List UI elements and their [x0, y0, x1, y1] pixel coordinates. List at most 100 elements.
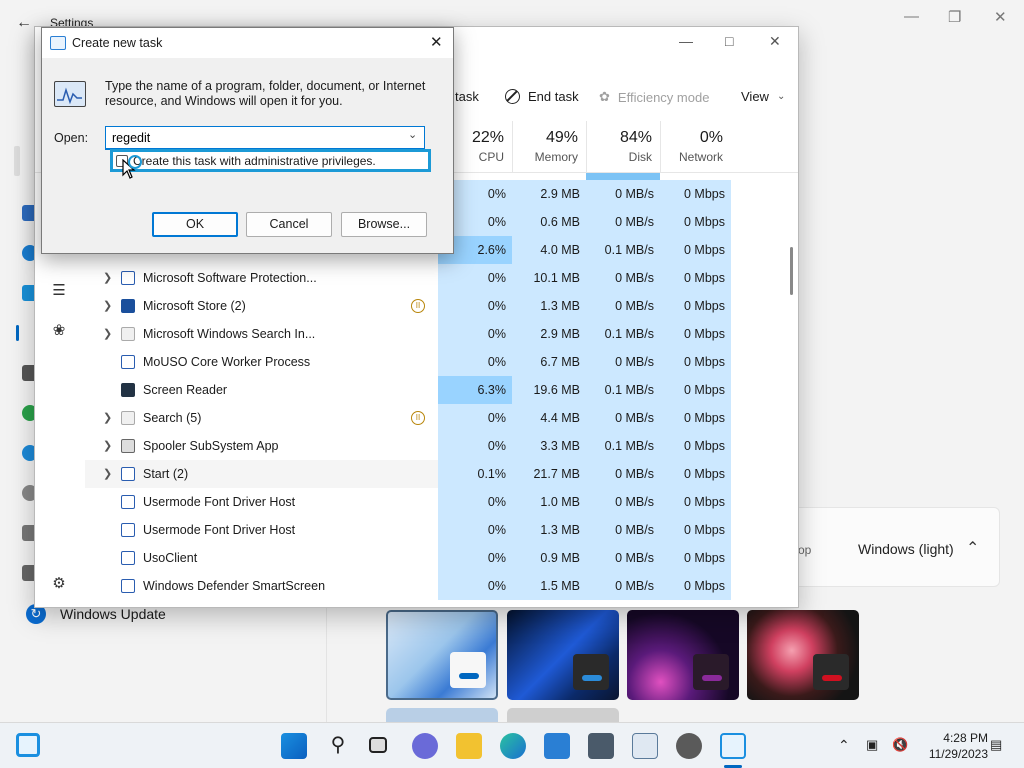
open-input[interactable]	[105, 126, 425, 150]
chevron-right-icon[interactable]: ❯	[103, 432, 112, 460]
chevron-right-icon[interactable]: ❯	[103, 320, 112, 348]
close-icon[interactable]: ✕	[994, 8, 1007, 26]
view-menu-button[interactable]: View ⌄	[741, 89, 785, 104]
admin-privileges-checkbox-row[interactable]: Create this task with administrative pri…	[110, 149, 431, 172]
column-header-disk[interactable]: 84% Disk	[586, 121, 660, 173]
memory-cell: 1.5 MB	[512, 572, 586, 600]
clock[interactable]: 4:28 PM 11/29/2023	[918, 730, 988, 762]
network-cell: 0 Mbps	[660, 180, 731, 208]
disk-cell: 0 MB/s	[586, 292, 660, 320]
column-header-memory[interactable]: 49% Memory	[512, 121, 586, 173]
end-task-button[interactable]: End task	[505, 89, 579, 104]
process-name: Start (2)	[143, 467, 189, 481]
table-row[interactable]: ❯ Spooler SubSystem App 0% 3.3 MB 0.1 MB/s 0 …	[35, 432, 798, 460]
theme-thumbnail-windows-light[interactable]	[386, 610, 498, 700]
table-row[interactable]: ❯ Start (2) 0.1% 21.7 MB 0 MB/s 0 Mbps	[35, 460, 798, 488]
run-new-task-label: task	[455, 89, 479, 104]
theme-thumbnail-glow[interactable]	[627, 610, 739, 700]
ok-button[interactable]: OK	[152, 212, 238, 237]
disk-cell: 0.1 MB/s	[586, 376, 660, 404]
chevron-right-icon[interactable]: ❯	[103, 264, 112, 292]
table-row[interactable]: MoUSO Core Worker Process 0% 6.7 MB 0 MB/s 0…	[35, 348, 798, 376]
table-row[interactable]: ❯ Search (5) II 0% 4.4 MB 0 MB/s 0 Mbps	[35, 404, 798, 432]
settings-icon[interactable]	[676, 733, 702, 759]
table-row[interactable]: ❯ Microsoft Windows Search In... 0% 2.9 MB 0…	[35, 320, 798, 348]
disk-header-bar	[586, 173, 660, 180]
restore-icon[interactable]: ❐	[948, 8, 961, 26]
widgets-icon[interactable]	[16, 733, 40, 757]
run-new-task-button[interactable]: task	[455, 89, 479, 104]
table-row[interactable]: Screen Reader 6.3% 19.6 MB 0.1 MB/s 0 Mbps	[35, 376, 798, 404]
theme-partial-text: op	[798, 543, 812, 557]
process-icon	[121, 411, 135, 425]
theme-thumbnail-windows-dark[interactable]	[507, 610, 619, 700]
process-name: Search (5)	[143, 411, 202, 425]
cpu-cell: 0%	[438, 432, 512, 460]
network-icon[interactable]: ▣	[866, 737, 878, 753]
table-row[interactable]: Usermode Font Driver Host 0% 1.0 MB 0 MB/s 0…	[35, 488, 798, 516]
chevron-down-icon[interactable]: ⌄	[408, 128, 417, 141]
theme-dropdown-panel[interactable]: op Windows (light) ⌃	[798, 507, 1000, 587]
close-icon[interactable]: ✕	[769, 33, 781, 50]
table-row[interactable]: Usermode Font Driver Host 0% 1.3 MB 0 MB/s 0…	[35, 516, 798, 544]
network-cell: 0 Mbps	[660, 236, 731, 264]
network-cell: 0 Mbps	[660, 376, 731, 404]
minimize-icon[interactable]: —	[679, 33, 693, 49]
table-row[interactable]: Windows Defender SmartScreen 0% 1.5 MB 0 MB…	[35, 572, 798, 600]
edge-icon[interactable]	[500, 733, 526, 759]
sidebar-item-label: Windows Update	[60, 606, 166, 622]
process-icon	[121, 355, 135, 369]
remote-desktop-icon[interactable]	[588, 733, 614, 759]
disk-cell: 0 MB/s	[586, 460, 660, 488]
store-icon[interactable]	[544, 733, 570, 759]
task-view-icon[interactable]	[369, 737, 387, 753]
chevron-right-icon[interactable]: ❯	[103, 404, 112, 432]
theme-thumbnail-row2[interactable]	[386, 708, 498, 722]
file-explorer-icon[interactable]	[456, 733, 482, 759]
table-row[interactable]: ❯ Microsoft Store (2) II 0% 1.3 MB 0 MB/s 0 Mb…	[35, 292, 798, 320]
efficiency-mode-button[interactable]: ✿ Efficiency mode	[599, 89, 709, 105]
search-icon[interactable]: ⚲	[325, 733, 351, 759]
cancel-button[interactable]: Cancel	[246, 212, 332, 237]
notification-icon[interactable]: ▤	[990, 737, 1002, 753]
task-manager-taskbar-icon[interactable]	[720, 733, 746, 759]
disk-cell: 0.1 MB/s	[586, 236, 660, 264]
cpu-cell: 0%	[438, 572, 512, 600]
start-icon[interactable]	[281, 733, 307, 759]
close-icon[interactable]: ✕	[430, 33, 443, 51]
theme-thumbnail-row2[interactable]	[507, 708, 619, 722]
table-row[interactable]: UsoClient 0% 0.9 MB 0 MB/s 0 Mbps	[35, 544, 798, 572]
memory-cell: 0.6 MB	[512, 208, 586, 236]
dialog-title: Create new task	[72, 36, 163, 50]
chevron-right-icon[interactable]: ❯	[103, 292, 112, 320]
theme-preview-window	[813, 654, 849, 690]
chevron-up-icon[interactable]: ⌃	[966, 538, 979, 558]
disk-cell: 0.1 MB/s	[586, 432, 660, 460]
network-cell: 0 Mbps	[660, 264, 731, 292]
memory-cell: 1.3 MB	[512, 516, 586, 544]
table-row[interactable]: ❯ Microsoft Software Protection... 0% 10.1 …	[35, 264, 798, 292]
create-new-task-dialog: Create new task ✕ Type the name of a pro…	[41, 27, 454, 254]
theme-thumbnail-captured-motion[interactable]	[747, 610, 859, 700]
dialog-description: Type the name of a program, folder, docu…	[105, 79, 426, 108]
chevron-up-icon[interactable]: ⌃	[838, 737, 850, 754]
run-dialog-icon	[50, 36, 66, 50]
back-arrow-icon[interactable]: ←	[16, 14, 32, 32]
volume-muted-icon[interactable]: 🔇	[892, 737, 908, 753]
column-header-network[interactable]: 0% Network	[660, 121, 731, 173]
disk-cell: 0 MB/s	[586, 348, 660, 376]
chat-icon[interactable]	[412, 733, 438, 759]
network-cell: 0 Mbps	[660, 572, 731, 600]
browse-button[interactable]: Browse...	[341, 212, 427, 237]
performance-monitor-icon[interactable]	[632, 733, 658, 759]
network-cell: 0 Mbps	[660, 488, 731, 516]
minimize-icon[interactable]: —	[904, 8, 919, 25]
scrollbar-thumb[interactable]	[790, 247, 793, 295]
clock-time: 4:28 PM	[943, 731, 988, 745]
chevron-down-icon: ⌄	[776, 91, 786, 102]
network-cell: 0 Mbps	[660, 208, 731, 236]
clock-date: 11/29/2023	[928, 747, 988, 761]
process-name: Spooler SubSystem App	[143, 439, 279, 453]
maximize-icon[interactable]: □	[725, 33, 733, 49]
chevron-right-icon[interactable]: ❯	[103, 460, 112, 488]
